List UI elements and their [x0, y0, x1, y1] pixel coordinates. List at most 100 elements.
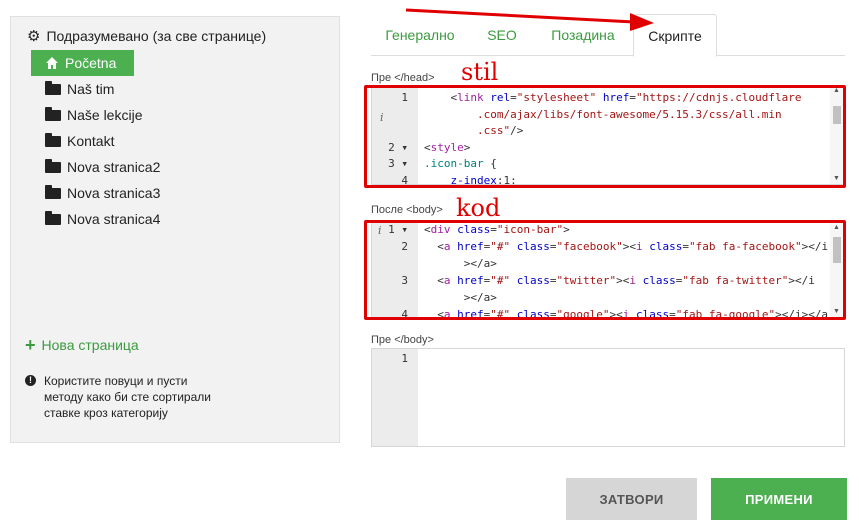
code-token: />	[510, 124, 524, 137]
code-line: ></a>	[424, 291, 497, 304]
page-item[interactable]: Naše lekcije	[31, 102, 281, 128]
scroll-down-icon[interactable]: ▼	[833, 308, 840, 315]
code-token: link	[457, 91, 491, 104]
page-item[interactable]: Kontakt	[31, 128, 281, 154]
scroll-up-icon[interactable]: ▲	[833, 224, 840, 231]
code-token: rel	[490, 91, 511, 104]
code-token: <	[424, 223, 431, 236]
folder-icon	[45, 185, 61, 199]
code-token: =	[682, 240, 689, 253]
home-icon	[45, 56, 59, 70]
end-code-editor[interactable]: 1	[371, 348, 845, 447]
code-token: class	[516, 308, 550, 318]
code-token: <	[424, 274, 444, 287]
code-token: <	[424, 240, 444, 253]
body-editor-code: <div class="icon-bar"> <a href="#" class…	[418, 223, 830, 317]
code-token: =	[669, 308, 676, 318]
code-token: =	[549, 274, 557, 287]
code-token: "#"	[490, 274, 517, 287]
scroll-thumb[interactable]	[833, 237, 841, 263]
code-token: i	[622, 308, 636, 318]
folder-icon	[45, 107, 61, 121]
body-code-editor[interactable]: i 1 ▾ 2 3 4 <div class="icon-bar"> <a href="…	[371, 222, 845, 318]
page-list: Početna Naš tim Naše lekcije Kontakt Nova st…	[31, 50, 281, 232]
page-tree-panel: ⚙ Подразумевано (за све странице) Početn…	[10, 16, 340, 443]
folder-icon	[45, 211, 61, 225]
code-token: a	[443, 308, 458, 318]
plus-icon: +	[25, 335, 36, 355]
code-token: "icon-bar"	[496, 223, 564, 236]
tab-scripts[interactable]: Скрипте	[633, 14, 717, 57]
code-line: <div class="icon-bar">	[424, 223, 570, 236]
code-token: "twitter"	[556, 274, 617, 287]
info-icon: i	[380, 111, 384, 124]
end-section-label: Пре </body>	[371, 334, 434, 346]
code-line: .css"/>	[424, 124, 523, 137]
code-token: a	[443, 240, 458, 253]
line-number: 1	[401, 352, 408, 365]
sort-hint-text: Користите повуци и пусти методу како би …	[44, 374, 211, 420]
page-item[interactable]: Nova stranica2	[31, 154, 281, 180]
code-token: =	[549, 308, 557, 318]
scroll-down-icon[interactable]: ▼	[833, 175, 840, 182]
code-token: <	[424, 140, 431, 154]
annotation-stil: stil	[461, 58, 499, 86]
page-tree-root[interactable]: ⚙ Подразумевано (за све странице)	[27, 27, 266, 45]
line-number: 2 ▾	[388, 140, 408, 154]
code-token: "fab fa-facebook"	[688, 240, 802, 253]
page-item-label: Nova stranica2	[67, 159, 161, 175]
page-item-label: Kontakt	[67, 133, 115, 149]
code-token: "#"	[490, 308, 517, 318]
code-line: .com/ajax/libs/font-awesome/5.15.3/css/a…	[424, 108, 782, 121]
page-item-label: Naše lekcije	[67, 107, 143, 123]
head-editor-scrollbar[interactable]: ▲ ▼	[830, 86, 844, 184]
page-tree-root-label: Подразумевано (за све странице)	[46, 28, 267, 44]
tab-general[interactable]: Генерално	[371, 14, 469, 56]
code-line: ></a>	[424, 257, 497, 270]
code-token: "https://cdnjs.cloudflare	[635, 91, 802, 104]
code-token: =	[510, 91, 517, 104]
code-token: ><	[622, 240, 636, 253]
code-token: "google"	[556, 308, 610, 318]
code-token: "#"	[490, 240, 517, 253]
close-button[interactable]: ЗАТВОРИ	[566, 478, 697, 520]
scroll-up-icon[interactable]: ▲	[833, 87, 840, 94]
code-token: =	[490, 223, 497, 236]
page-item-label: Naš tim	[67, 81, 115, 97]
end-editor-code	[418, 349, 830, 446]
page-item[interactable]: Početna	[31, 50, 134, 76]
code-token: ></i	[788, 274, 815, 287]
page-item[interactable]: Naš tim	[31, 76, 281, 102]
line-number: 3 ▾	[388, 157, 408, 170]
code-token: class	[642, 274, 676, 287]
tab-seo[interactable]: SEO	[469, 14, 535, 56]
page-item[interactable]: Nova stranica4	[31, 206, 281, 232]
code-line: <style>	[424, 141, 470, 154]
code-token: "fab fa-twitter"	[682, 274, 789, 287]
tab-background[interactable]: Позадина	[535, 14, 631, 56]
code-token: "fab fa-google"	[675, 308, 776, 318]
code-token: class	[516, 240, 550, 253]
settings-tabs: Генерално SEO Позадина Скрипте	[371, 14, 845, 57]
code-token: .icon-bar	[424, 157, 491, 170]
page-item[interactable]: Nova stranica3	[31, 180, 281, 206]
body-section-label: После <body>	[371, 204, 443, 216]
code-token: href	[457, 274, 484, 287]
code-token: class	[516, 274, 550, 287]
new-page-button[interactable]: + Нова страница	[25, 335, 139, 355]
code-token: ></a>	[424, 291, 497, 304]
code-line: <link rel="stylesheet" href="https://cdn…	[424, 91, 802, 104]
code-token: =	[629, 91, 636, 104]
code-token: z-index	[450, 173, 497, 185]
exclamation-icon: !	[25, 375, 36, 386]
scroll-thumb[interactable]	[833, 106, 841, 124]
code-token: .css"	[424, 124, 511, 137]
head-code-editor[interactable]: i 12 ▾ 3 ▾ 4 <link rel="stylesheet" href="…	[371, 85, 845, 185]
body-editor-scrollbar[interactable]: ▲ ▼	[830, 223, 844, 317]
apply-button[interactable]: ПРИМЕНИ	[711, 478, 847, 520]
code-line: <a href="#" class="facebook"><i class="f…	[424, 240, 828, 253]
code-token: ></i></a	[775, 308, 829, 318]
code-token: >	[563, 223, 570, 236]
